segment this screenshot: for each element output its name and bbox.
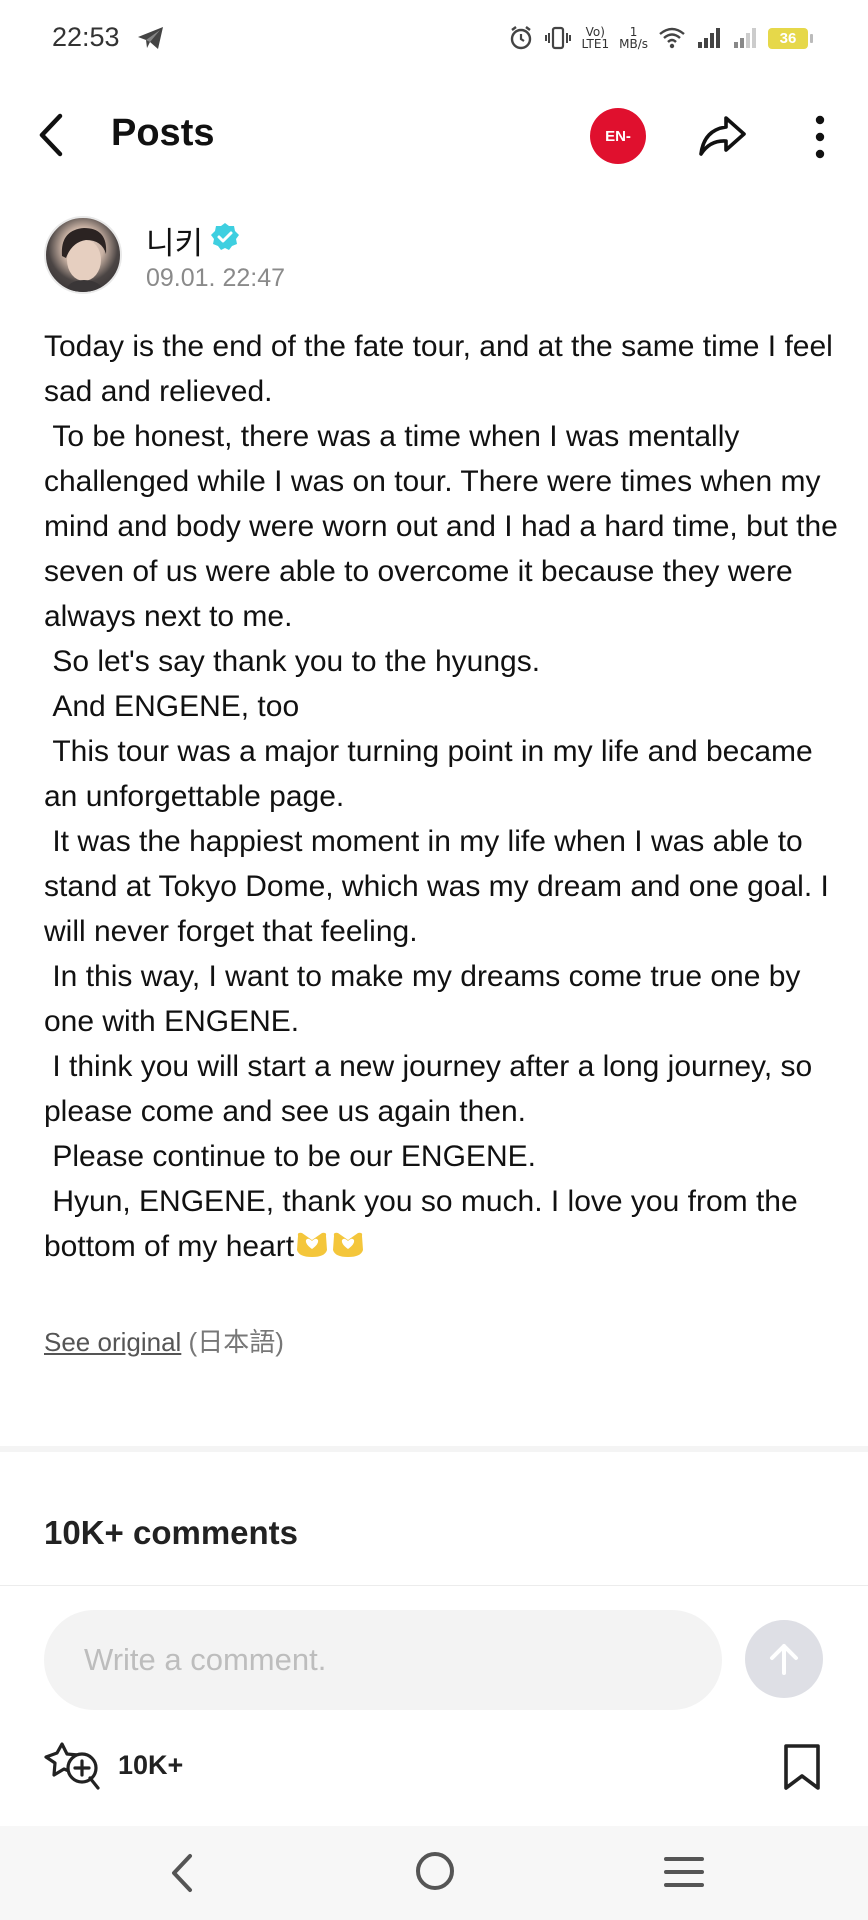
alarm-icon <box>508 25 534 51</box>
page-title: Posts <box>111 112 215 154</box>
bookmark-button[interactable] <box>780 1742 824 1792</box>
see-original-link[interactable]: See original <box>44 1327 181 1357</box>
send-comment-button[interactable] <box>745 1620 823 1698</box>
group-logo[interactable]: EN- <box>590 108 646 164</box>
signal-icon <box>696 26 722 50</box>
heart-hands-emoji <box>294 1228 330 1258</box>
post-timestamp: 09.01. 22:47 <box>146 264 286 292</box>
nav-back-icon <box>172 1854 192 1892</box>
nav-menu-icon <box>664 1857 704 1887</box>
reaction-count: 10K+ <box>118 1750 184 1780</box>
wifi-icon <box>658 26 686 50</box>
battery-icon: 36 <box>768 27 813 49</box>
more-options-button[interactable] <box>808 114 832 160</box>
post-text: Today is the end of the fate tour, and a… <box>44 330 838 1263</box>
status-icons: Vo) LTE1 1 MB/s 36 <box>508 20 813 56</box>
action-row: 10K+ <box>0 1736 868 1796</box>
nav-home-icon <box>416 1852 454 1890</box>
author-name[interactable]: 니키 <box>146 218 203 263</box>
app-header: Posts EN- <box>0 98 868 178</box>
heart-hands-emoji <box>330 1228 366 1258</box>
avatar-image <box>61 228 107 292</box>
lte-label: LTE1 <box>581 37 610 51</box>
divider <box>0 1585 868 1586</box>
avatar[interactable] <box>44 216 122 294</box>
vibrate-icon <box>544 26 572 50</box>
share-button[interactable] <box>696 112 748 160</box>
volte-icon: Vo) LTE1 <box>582 26 610 50</box>
send-arrow-icon <box>770 1644 798 1675</box>
post-author: 니키 09.01. 22:47 <box>44 214 824 296</box>
reaction-add-icon <box>44 1742 100 1790</box>
network-speed-unit: MB/s <box>619 37 648 51</box>
comment-input[interactable] <box>44 1610 722 1710</box>
back-button[interactable] <box>32 110 72 160</box>
original-language: (日本語) <box>188 1327 284 1357</box>
reaction-button[interactable] <box>42 1740 106 1796</box>
nav-home-button[interactable] <box>414 1850 456 1892</box>
bookmark-icon <box>784 1744 820 1790</box>
nav-back-button[interactable] <box>166 1852 200 1894</box>
more-vertical-icon <box>815 115 825 159</box>
share-icon <box>699 116 746 156</box>
system-nav-bar <box>0 1826 868 1920</box>
back-arrow-icon <box>39 113 63 157</box>
nav-menu-button[interactable] <box>662 1854 706 1890</box>
status-time: 22:53 <box>52 22 120 52</box>
comments-count[interactable]: 10K+ comments <box>44 1514 298 1552</box>
verified-badge-icon <box>210 222 240 252</box>
telegram-icon <box>136 25 166 51</box>
section-divider <box>0 1446 868 1452</box>
status-bar: 22:53 Vo) LTE1 1 MB/s 36 <box>0 0 868 78</box>
post-body: Today is the end of the fate tour, and a… <box>44 324 844 1269</box>
signal-weak-icon <box>732 26 758 50</box>
see-original: See original (日本語) <box>44 1322 284 1359</box>
network-speed: 1 MB/s <box>619 26 648 50</box>
